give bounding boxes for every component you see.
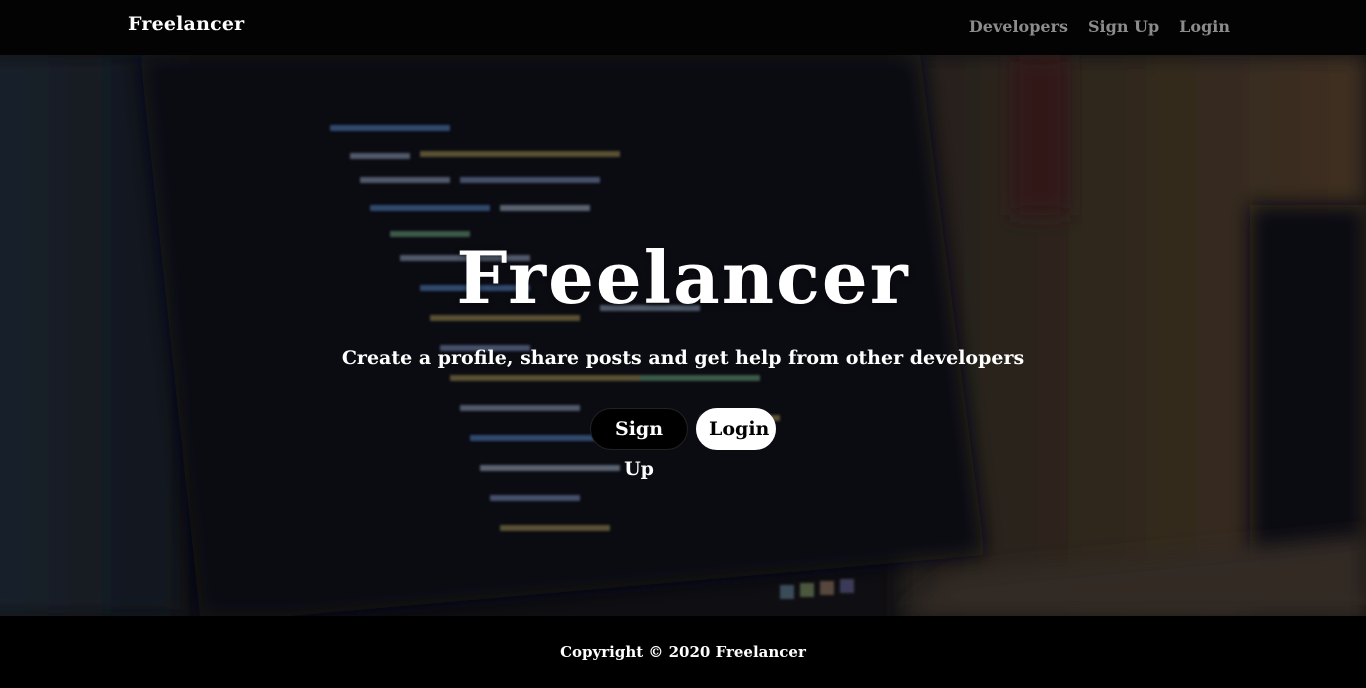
hero-lead-text: Create a profile, share posts and get he… [341, 347, 1025, 369]
navbar: Freelancer Developers Sign Up Login [0, 0, 1366, 55]
hero-content: Freelancer Create a profile, share posts… [0, 55, 1366, 616]
nav-links: Developers Sign Up Login [949, 16, 1230, 38]
nav-link-signup[interactable]: Sign Up [1088, 16, 1159, 38]
hero-section: Freelancer Create a profile, share posts… [0, 55, 1366, 616]
signup-button[interactable]: Sign Up [590, 408, 688, 480]
footer: Copyright © 2020 Freelancer [0, 616, 1366, 688]
hero-buttons: Sign Up Login [0, 408, 1366, 480]
brand-logo-link[interactable]: Freelancer [128, 13, 244, 35]
hero-title: Freelancer [456, 235, 910, 320]
login-button[interactable]: Login [696, 408, 776, 450]
footer-copyright: Copyright © 2020 Freelancer [560, 643, 806, 661]
nav-link-login[interactable]: Login [1179, 16, 1230, 38]
nav-link-developers[interactable]: Developers [969, 16, 1068, 38]
